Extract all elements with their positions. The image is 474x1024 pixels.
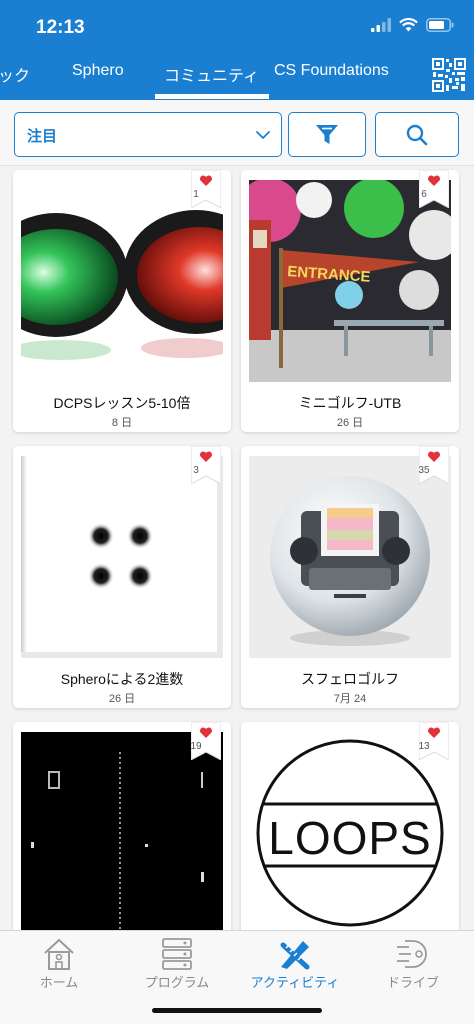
likes-count: 35 xyxy=(418,465,430,476)
activity-grid: 1 DCPSレッスン5-10倍 8 日 ENTRANCE 6 ミニゴルフ-UTB… xyxy=(0,166,474,930)
likes-count: 19 xyxy=(190,741,202,752)
activity-icon xyxy=(280,941,310,970)
home-icon xyxy=(44,938,74,970)
likes-count: 6 xyxy=(421,189,427,200)
home-indicator xyxy=(152,1008,322,1013)
sphero-bolt-photo xyxy=(249,456,451,658)
status-icons xyxy=(371,18,454,32)
category-tabs: ック Sphero コミュニティ CS Foundations xyxy=(0,50,474,100)
loops-logo: LOOPS xyxy=(249,732,451,930)
card-title: スフェロゴルフ xyxy=(301,671,399,687)
search-button[interactable] xyxy=(375,112,459,157)
card-title: Spheroによる2進数 xyxy=(60,671,184,687)
nav-activities[interactable]: アクティビティ xyxy=(236,935,354,991)
card-date: 26 日 xyxy=(336,417,364,429)
activity-card[interactable]: LOOPS 13 xyxy=(241,722,459,930)
nav-activities-label: アクティビティ xyxy=(250,975,340,990)
nav-home[interactable]: ホーム xyxy=(0,935,118,991)
active-tab-indicator xyxy=(155,94,269,99)
header: 12:13 ック Sphero コミュニティ CS Foundations xyxy=(0,0,474,100)
nav-programs[interactable]: プログラム xyxy=(118,935,236,991)
likes-count: 13 xyxy=(418,741,430,752)
chevron-down-icon xyxy=(256,131,270,139)
activity-thumbnail: LOOPS xyxy=(249,732,451,930)
card-date: 8 日 xyxy=(111,417,133,429)
nav-programs-label: プログラム xyxy=(144,975,210,990)
nav-home-label: ホーム xyxy=(39,975,79,990)
card-date: 7月 24 xyxy=(333,693,367,705)
likes-count: 3 xyxy=(193,465,199,476)
activity-thumbnail: ENTRANCE xyxy=(249,180,451,382)
sort-select[interactable]: 注目 xyxy=(14,112,282,157)
traffic-lights-icon xyxy=(21,180,223,382)
qr-code-icon[interactable] xyxy=(432,58,466,92)
status-time: 12:13 xyxy=(36,17,85,38)
signal-icon xyxy=(371,18,391,32)
activity-thumbnail xyxy=(21,732,223,930)
search-icon xyxy=(406,124,428,145)
activity-card[interactable]: ENTRANCE 6 ミニゴルフ-UTB 26 日 xyxy=(241,170,459,432)
program-icon xyxy=(162,938,192,970)
nav-drive-label: ドライブ xyxy=(386,975,439,990)
likes-count: 1 xyxy=(193,189,199,200)
card-title: ミニゴルフ-UTB xyxy=(298,395,402,411)
card-title: DCPSレッスン5-10倍 xyxy=(53,395,191,411)
activity-thumbnail xyxy=(21,180,223,382)
filter-icon xyxy=(316,124,338,144)
entrance-photo: ENTRANCE xyxy=(249,180,451,382)
nav-drive[interactable]: ドライブ xyxy=(354,935,472,991)
activity-thumbnail xyxy=(249,456,451,658)
tab-community[interactable]: コミュニティ xyxy=(164,62,259,86)
pong-game xyxy=(21,732,223,930)
status-bar: 12:13 xyxy=(0,0,474,50)
activity-card[interactable]: 35 スフェロゴルフ 7月 24 xyxy=(241,446,459,708)
activity-card[interactable]: 3 Spheroによる2進数 26 日 xyxy=(13,446,231,708)
led-matrix xyxy=(327,508,373,550)
activity-card[interactable]: 1 DCPSレッスン5-10倍 8 日 xyxy=(13,170,231,432)
activity-thumbnail xyxy=(21,456,223,658)
filter-bar: 注目 xyxy=(0,100,474,166)
filter-button[interactable] xyxy=(288,112,366,157)
wifi-icon xyxy=(399,18,418,32)
svg-text:LOOPS: LOOPS xyxy=(268,812,432,864)
tab-cs-foundations[interactable]: CS Foundations xyxy=(274,62,389,80)
activity-card[interactable]: 19 xyxy=(13,722,231,930)
sort-select-value: 注目 xyxy=(27,128,58,145)
card-date: 26 日 xyxy=(108,693,136,705)
battery-icon xyxy=(426,18,454,32)
tab-programs[interactable]: ック xyxy=(0,62,30,86)
tab-sphero[interactable]: Sphero xyxy=(72,62,124,80)
drive-icon xyxy=(397,940,427,968)
dots-matrix xyxy=(21,456,223,658)
